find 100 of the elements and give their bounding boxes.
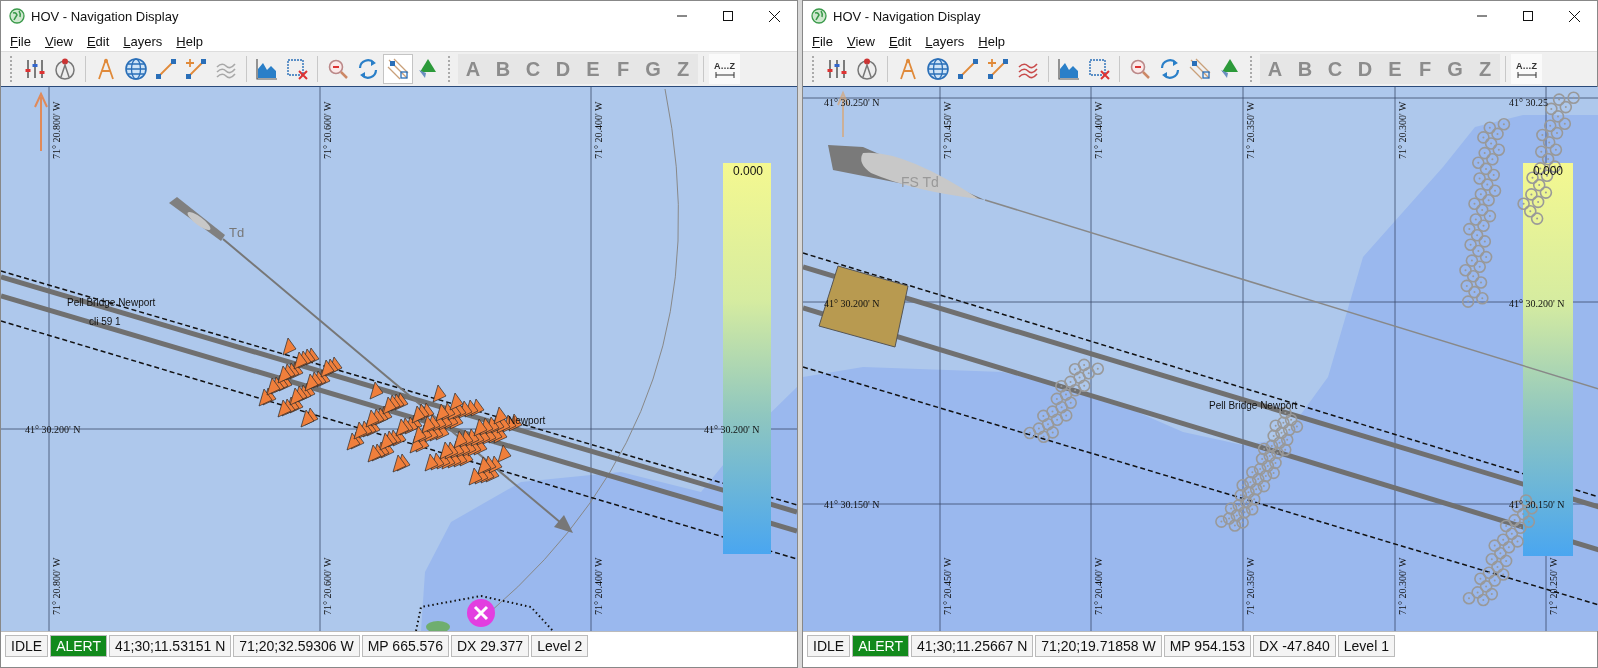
letter-button[interactable]: G [638,54,668,84]
refresh-icon [1158,57,1182,81]
letter-button[interactable]: C [1320,54,1350,84]
sliders-icon [23,57,47,81]
maximize-icon [1523,11,1533,21]
area-chart-icon [255,57,279,81]
longitude-label: 71° 20.400' W [593,101,604,159]
menu-item[interactable]: Edit [881,33,919,49]
zoom-out-icon [326,57,350,81]
globe-icon [926,57,950,81]
letter-button[interactable]: F [1410,54,1440,84]
letter-button[interactable]: C [518,54,548,84]
menu-item[interactable]: File [805,33,840,49]
menu-item[interactable]: View [37,33,80,49]
menu-item[interactable]: Help [169,33,211,49]
latitude-label: 41° 30.200' N [25,424,81,435]
globe-icon [124,57,148,81]
latitude-label: 41° 30.250' N [824,97,880,108]
zoom-out-icon [1128,57,1152,81]
status-field: IDLE [5,635,49,657]
toolbar-button[interactable] [383,54,413,84]
longitude-label: 71° 20.600' W [322,101,333,159]
letter-button[interactable]: B [488,54,518,84]
route-icon [1188,57,1212,81]
longitude-label: 71° 20.300' W [1397,557,1408,615]
status-field: 71;20;19.71858 W [1035,635,1162,657]
letter-button[interactable]: G [1440,54,1470,84]
longitude-label: 71° 20.600' W [322,557,333,615]
latitude-label: 41° 30.150' N [1509,499,1565,510]
status-field: 71;20;32.59306 W [233,635,360,657]
land-patch [426,621,450,631]
status-field: Level 2 [531,635,589,657]
line-plus-icon [184,57,208,81]
menu-item[interactable]: View [839,33,882,49]
latitude-label: 41° 30.200' N [704,424,760,435]
sort-button[interactable]: A…Z [1511,54,1542,84]
status-field: 41;30;11.25667 N [911,635,1034,657]
scale-value: 0.000 [1533,164,1564,178]
letter-button[interactable]: A [1260,54,1290,84]
vessel-drawing [169,197,225,241]
window-title: HOV - Navigation Display [31,8,180,24]
letter-button[interactable]: Z [668,54,698,84]
longitude-label: 71° 20.450' W [942,557,953,615]
longitude-label: 71° 20.350' W [1245,101,1256,159]
status-field: ALERT [852,635,909,657]
longitude-label: 71° 20.250' W [1548,557,1559,615]
longitude-label: 71° 20.350' W [1245,557,1256,615]
menu-item[interactable]: Edit [79,33,117,49]
compass-icon [53,57,77,81]
longitude-label: 71° 20.400' W [593,557,604,615]
longitude-label: 71° 20.400' W [1093,101,1104,159]
area-chart-icon [1057,57,1081,81]
box-delete-icon [1087,57,1111,81]
status-field: ALERT [50,635,107,657]
menu-item[interactable]: File [3,33,38,49]
line-icon [956,57,980,81]
menu-item[interactable]: Layers [918,33,972,49]
longitude-label: 71° 20.450' W [942,101,953,159]
sort-button[interactable]: A…Z [709,54,740,84]
compass-icon [855,57,879,81]
status-field: 41;30;11.53151 N [109,635,232,657]
latitude-label: 41° 30.150' N [824,499,880,510]
latitude-label: 41° 30.200' N [1509,298,1565,309]
letter-button[interactable]: Z [1470,54,1500,84]
status-field: DX 29.377 [450,635,530,657]
letter-button[interactable]: E [578,54,608,84]
ruler-icon [1516,71,1537,78]
sliders-icon [825,57,849,81]
globe-icon [811,8,827,24]
target-marker-icon [467,599,495,627]
longitude-label: 71° 20.400' W [1093,557,1104,615]
scale-value: 0.000 [733,164,764,178]
status-field: Level 1 [1337,635,1395,657]
longitude-label: 71° 20.800' W [51,557,62,615]
letter-button[interactable]: F [608,54,638,84]
vessel-label: Td [229,225,245,240]
menu-item[interactable]: Help [971,33,1013,49]
letter-button[interactable]: A [458,54,488,84]
longitude-label: 71° 20.800' W [51,101,62,159]
globe-icon [9,8,25,24]
line-icon [154,57,178,81]
box-delete-icon [285,57,309,81]
line-plus-icon [986,57,1010,81]
north-arrow-icon [34,91,48,152]
status-field: DX -47.840 [1252,635,1336,657]
menu-item[interactable]: Layers [116,33,170,49]
status-field: IDLE [807,635,851,657]
letter-button[interactable]: B [1290,54,1320,84]
longitude-label: 71° 20.300' W [1397,101,1408,159]
status-field: MP 665.576 [361,635,449,657]
close-icon [1568,10,1580,22]
ruler-icon [714,71,735,78]
letter-button[interactable]: D [548,54,578,84]
refresh-icon [356,57,380,81]
letter-button[interactable]: D [1350,54,1380,84]
close-icon [768,10,780,22]
latitude-label: 41° 30.25 [1509,97,1548,108]
letter-button[interactable]: E [1380,54,1410,84]
window-title: HOV - Navigation Display [833,8,982,24]
maximize-icon [723,11,733,21]
